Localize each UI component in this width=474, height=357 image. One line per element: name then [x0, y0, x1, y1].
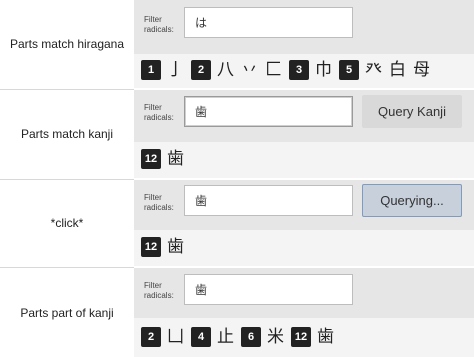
stroke-count-badge: 2 — [141, 327, 161, 347]
radical-results: 1 亅 2 八 丷 匚 3 巾 5 癶 白 母 — [141, 58, 437, 82]
stroke-count-badge: 12 — [141, 237, 161, 257]
stroke-count-badge: 4 — [191, 327, 211, 347]
query-kanji-button[interactable]: Querying... — [362, 184, 462, 217]
filter-label: Filter radicals: — [144, 103, 174, 122]
radical-item[interactable]: 止 — [217, 325, 234, 349]
row-label: Parts match kanji — [20, 127, 114, 141]
radical-item[interactable]: 亅 — [167, 58, 184, 82]
filter-radicals-input[interactable]: は — [184, 7, 353, 38]
stroke-count-badge: 12 — [141, 149, 161, 169]
radical-item[interactable]: 歯 — [167, 147, 184, 171]
radical-item[interactable]: 米 — [267, 325, 284, 349]
radical-item[interactable]: 歯 — [167, 235, 184, 259]
radical-item[interactable]: 母 — [413, 58, 430, 82]
filter-label: Filter radicals: — [144, 15, 174, 34]
stroke-count-badge: 6 — [241, 327, 261, 347]
radical-item[interactable]: 巾 — [315, 58, 332, 82]
radical-results: 2 凵 4 止 6 米 12 歯 — [141, 325, 341, 349]
radical-item[interactable]: 歯 — [317, 325, 334, 349]
radical-results: 12 歯 — [141, 235, 191, 259]
stroke-count-badge: 12 — [291, 327, 311, 347]
query-kanji-button[interactable]: Query Kanji — [362, 95, 462, 128]
row-label: *click* — [50, 216, 84, 230]
filter-radicals-input[interactable]: 歯 — [184, 96, 353, 127]
radical-item[interactable]: 匚 — [265, 58, 282, 82]
filter-label: Filter radicals: — [144, 281, 174, 300]
stroke-count-badge: 2 — [191, 60, 211, 80]
filter-radicals-input[interactable]: 歯 — [184, 274, 353, 305]
radical-item[interactable]: 八 — [217, 58, 234, 82]
radical-item[interactable]: 白 — [389, 58, 406, 82]
radical-item[interactable]: 癶 — [365, 58, 382, 82]
row-label: Parts match hiragana — [9, 37, 125, 51]
radical-results: 12 歯 — [141, 147, 191, 171]
stroke-count-badge: 1 — [141, 60, 161, 80]
radical-item[interactable]: 丷 — [241, 58, 258, 82]
radical-item[interactable]: 凵 — [167, 325, 184, 349]
row-label: Parts part of kanji — [20, 305, 114, 320]
filter-radicals-input[interactable]: 歯 — [184, 185, 353, 216]
stroke-count-badge: 5 — [339, 60, 359, 80]
stroke-count-badge: 3 — [289, 60, 309, 80]
filter-label: Filter radicals: — [144, 193, 174, 212]
